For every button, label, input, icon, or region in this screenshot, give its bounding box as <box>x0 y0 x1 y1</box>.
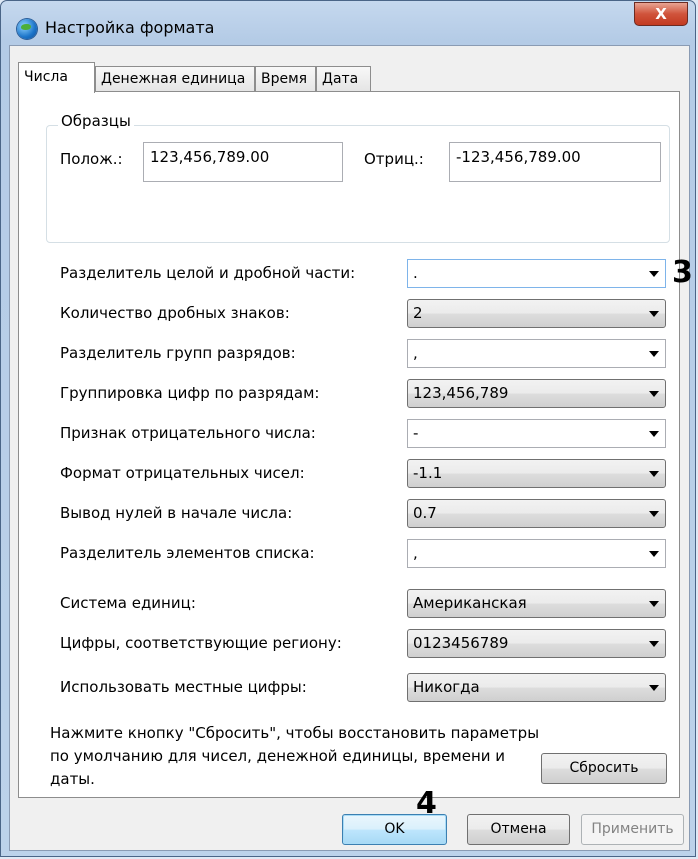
digit-grouping-combo[interactable]: 123,456,789 <box>407 379 666 408</box>
chevron-down-icon[interactable] <box>649 391 659 397</box>
negative-format-value: -1.1 <box>413 464 443 482</box>
native-digits-value: Никогда <box>413 678 480 696</box>
group-separator-value: , <box>413 344 418 362</box>
group-separator-combo[interactable]: , <box>407 339 666 368</box>
chevron-down-icon[interactable] <box>649 431 659 437</box>
native-digits-label: Использовать местные цифры: <box>60 678 307 696</box>
chevron-down-icon[interactable] <box>649 601 659 607</box>
decimal-digits-combo[interactable]: 2 <box>407 299 666 328</box>
negative-sample-value: -123,456,789.00 <box>449 142 661 182</box>
samples-group-label: Образцы <box>58 112 134 130</box>
decimal-separator-value: . <box>413 264 418 282</box>
list-separator-value: , <box>413 544 418 562</box>
chevron-down-icon[interactable] <box>649 471 659 477</box>
reset-instructions: Нажмите кнопку "Сбросить", чтобы восстан… <box>50 724 540 788</box>
standard-digits-value: 0123456789 <box>413 634 509 652</box>
chevron-down-icon[interactable] <box>649 311 659 317</box>
decimal-digits-label: Количество дробных знаков: <box>60 304 290 322</box>
apply-button[interactable]: Применить <box>581 814 684 845</box>
chevron-down-icon[interactable] <box>649 551 659 557</box>
positive-sample-value: 123,456,789.00 <box>143 142 343 182</box>
negative-sign-combo[interactable]: - <box>407 419 666 448</box>
tab-currency[interactable]: Денежная единица <box>95 66 255 92</box>
chevron-down-icon[interactable] <box>649 685 659 691</box>
close-button[interactable]: X <box>634 2 688 26</box>
negative-format-combo[interactable]: -1.1 <box>407 459 666 488</box>
standard-digits-label: Цифры, соответствующие региону: <box>60 634 342 652</box>
digit-grouping-label: Группировка цифр по разрядам: <box>60 384 320 402</box>
standard-digits-combo[interactable]: 0123456789 <box>407 629 666 658</box>
window-title: Настройка формата <box>45 18 215 37</box>
list-separator-label: Разделитель элементов списка: <box>60 544 315 562</box>
cancel-button[interactable]: Отмена <box>467 814 570 845</box>
decimal-separator-combo[interactable]: . <box>407 259 666 288</box>
chevron-down-icon[interactable] <box>649 351 659 357</box>
leading-zeros-value: 0.7 <box>413 504 437 522</box>
digit-grouping-value: 123,456,789 <box>413 384 509 402</box>
tab-numbers[interactable]: Числа <box>18 62 95 93</box>
measurement-system-combo[interactable]: Американская <box>407 589 666 618</box>
chevron-down-icon[interactable] <box>649 271 659 277</box>
group-separator-label: Разделитель групп разрядов: <box>60 344 296 362</box>
annotation-marker-3: 3 <box>672 255 693 290</box>
leading-zeros-label: Вывод нулей в начале числа: <box>60 504 293 522</box>
leading-zeros-combo[interactable]: 0.7 <box>407 499 666 528</box>
measurement-system-label: Система единиц: <box>60 594 196 612</box>
negative-sign-label: Признак отрицательного числа: <box>60 424 316 442</box>
tab-time[interactable]: Время <box>255 66 316 92</box>
negative-sign-value: - <box>413 424 419 442</box>
chevron-down-icon[interactable] <box>649 641 659 647</box>
list-separator-combo[interactable]: , <box>407 539 666 568</box>
title-bar[interactable]: Настройка формата X <box>1 1 695 45</box>
decimal-separator-label: Разделитель целой и дробной части: <box>60 264 356 282</box>
measurement-system-value: Американская <box>413 594 527 612</box>
positive-sample-label: Полож.: <box>60 150 123 168</box>
globe-icon <box>17 19 37 39</box>
negative-sample-label: Отриц.: <box>364 150 424 168</box>
reset-button[interactable]: Сбросить <box>541 753 667 784</box>
negative-format-label: Формат отрицательных чисел: <box>60 464 305 482</box>
tab-date[interactable]: Дата <box>316 66 371 92</box>
decimal-digits-value: 2 <box>413 304 423 322</box>
chevron-down-icon[interactable] <box>649 511 659 517</box>
annotation-marker-4: 4 <box>416 786 437 821</box>
native-digits-combo[interactable]: Никогда <box>407 673 666 702</box>
